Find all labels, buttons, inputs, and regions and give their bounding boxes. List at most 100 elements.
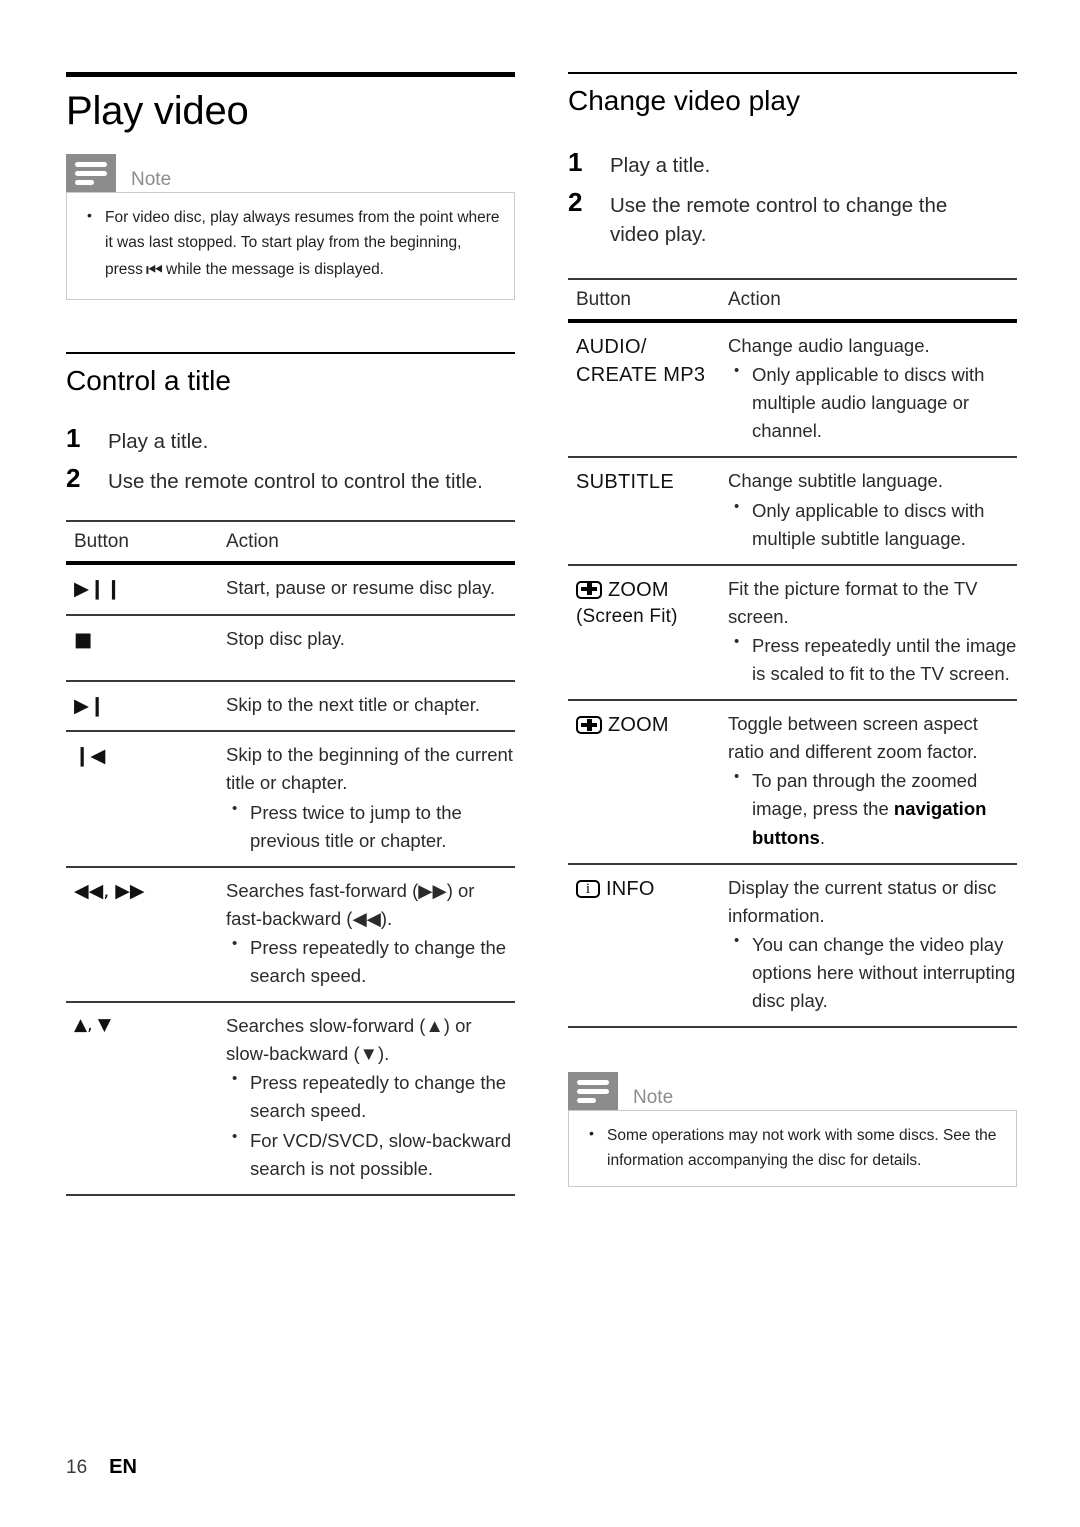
action-bullet: Only applicable to discs with multiple s… <box>728 495 1017 553</box>
table-cell-button: ZOOM <box>576 710 728 852</box>
table-cell-button: ZOOM (Screen Fit) <box>576 575 728 688</box>
zoom-row-label-a: ZOOM <box>576 576 728 605</box>
note-body: Some operations may not work with some d… <box>568 1110 1017 1188</box>
note-box-change-video-play: Note Some operations may not work with s… <box>568 1072 1017 1188</box>
table-row: ▶❙ Skip to the next title or chapter. <box>66 682 515 731</box>
table-cell-action: Change audio language. Only applicable t… <box>728 332 1017 445</box>
step-number: 1 <box>568 146 583 177</box>
table-row: ■ Stop disc play. <box>66 616 515 680</box>
step-text: Use the remote control to change the vid… <box>610 193 948 247</box>
zoom-icon <box>576 580 602 599</box>
action-bullet: Only applicable to discs with multiple a… <box>728 360 1017 445</box>
table-bottom-rule <box>66 1193 515 1196</box>
table-cell-action: Start, pause or resume disc play. <box>226 577 496 599</box>
step-item: 1 Play a title. <box>66 423 515 457</box>
table-row: ZOOM Toggle between screen aspect ratio … <box>568 701 1017 863</box>
zoom-row-label-b: ZOOM <box>576 711 728 740</box>
table-row: INFO Display the current status or disc … <box>568 865 1017 1027</box>
section-heading-rule <box>568 72 1017 74</box>
note-box-play-video: Note For video disc, play always resumes… <box>66 154 515 300</box>
slow-search-icon: ▲, ▼ <box>74 1015 111 1036</box>
button-label-line2: (Screen Fit) <box>576 606 678 628</box>
section-title-control-a-title: Control a title <box>66 364 231 396</box>
steps-change-video-play: 1 Play a title. 2 Use the remote control… <box>568 147 1017 250</box>
step-number: 2 <box>66 462 81 493</box>
step-number: 2 <box>568 186 583 217</box>
action-text: Change subtitle language. <box>728 470 943 492</box>
action-text: Fit the picture format to the TV screen. <box>728 577 978 627</box>
section-heading-rule <box>66 351 515 354</box>
note-label: Note <box>131 169 172 190</box>
navigation-buttons-emphasis: navigation buttons <box>752 798 987 848</box>
table-cell-action: Skip to the next title or chapter. <box>226 693 481 715</box>
manual-page: Play video Note For video disc, play alw… <box>0 0 1080 1527</box>
action-bullet: Press repeatedly to change the search sp… <box>226 1068 515 1125</box>
play-pause-icon: ▶❙❙ <box>74 577 122 601</box>
table-cell-button: INFO <box>576 874 728 1016</box>
note-label: Note <box>633 1087 674 1109</box>
action-bullet: You can change the video play options he… <box>728 930 1017 1015</box>
table-header-action: Action <box>226 531 279 553</box>
action-bullet: Press twice to jump to the previous titl… <box>226 797 515 855</box>
note-tab: Note <box>568 1072 1017 1111</box>
left-column: Play video Note For video disc, play alw… <box>66 72 515 1196</box>
action-text: Searches slow-forward (▲) or slow-backwa… <box>226 1015 472 1065</box>
button-label-line1: SUBTITLE <box>576 471 674 494</box>
table-cell-action: Stop disc play. <box>226 627 345 649</box>
action-bullet: For VCD/SVCD, slow-backward search is no… <box>226 1126 515 1183</box>
step-item: 2 Use the remote control to control the … <box>66 463 515 497</box>
table-cell-action: Toggle between screen aspect ratio and d… <box>728 710 1017 852</box>
action-text: Toggle between screen aspect ratio and d… <box>728 713 978 763</box>
table-header-row: Button Action <box>568 280 1017 319</box>
section-title-change-video-play: Change video play <box>568 85 800 116</box>
table-header-button: Button <box>74 531 129 553</box>
table-row: ▲, ▼ Searches slow-forward (▲) or slow-b… <box>66 1003 515 1194</box>
right-column: Change video play 1 Play a title. 2 Use … <box>568 72 1017 1196</box>
action-text: Skip to the beginning of the current tit… <box>226 744 513 794</box>
page-heading-rule <box>66 72 515 77</box>
page-number: 16 <box>66 1457 88 1478</box>
table-row: ◀◀, ▶▶ Searches fast-forward (▶▶) or fas… <box>66 868 515 1001</box>
note-icon <box>568 1072 618 1111</box>
table-cell-action: Display the current status or disc infor… <box>728 874 1017 1016</box>
two-column-layout: Play video Note For video disc, play alw… <box>66 72 1018 1196</box>
table-cell-action: Change subtitle language. Only applicabl… <box>728 467 1017 552</box>
page-footer: 16 EN <box>66 1456 137 1479</box>
table-row: ❙◀ Skip to the beginning of the current … <box>66 732 515 865</box>
step-number: 1 <box>66 422 81 453</box>
table-cell-button: AUDIO/ CREATE MP3 <box>576 332 728 445</box>
previous-skip-icon: ⏮ <box>145 259 164 282</box>
info-icon <box>576 879 600 899</box>
action-text: Searches fast-forward (▶▶) or fast-backw… <box>226 879 475 929</box>
page-title: Play video <box>66 89 249 133</box>
info-row-label: INFO <box>576 875 728 904</box>
fast-search-icon: ◀◀, ▶▶ <box>74 879 145 902</box>
action-text: Change audio language. <box>728 334 930 356</box>
table-bottom-rule <box>568 1026 1017 1029</box>
table-row: SUBTITLE Change subtitle language. Only … <box>568 458 1017 563</box>
action-bullet: Press repeatedly to change the search sp… <box>226 933 515 990</box>
button-label-line2: CREATE MP3 <box>576 364 706 387</box>
table-cell-action: Fit the picture format to the TV screen.… <box>728 575 1017 688</box>
table-cell-action: Searches fast-forward (▶▶) or fast-backw… <box>226 877 515 990</box>
note-item-text-after: while the message is displayed. <box>166 261 384 279</box>
button-label-line1: INFO <box>606 877 655 900</box>
button-label-line1: ZOOM <box>608 714 669 737</box>
action-bullet: To pan through the zoomed image, press t… <box>728 766 1017 851</box>
change-video-play-table: Button Action AUDIO/ CREATE MP3 Change a… <box>568 277 1017 1029</box>
action-bullet-text: To pan through the zoomed image, press t… <box>752 770 987 848</box>
table-row: ▶❙❙ Start, pause or resume disc play. <box>66 565 515 614</box>
next-skip-icon: ▶❙ <box>74 693 106 717</box>
step-text: Use the remote control to control the ti… <box>108 469 483 493</box>
note-item: For video disc, play always resumes from… <box>83 204 500 286</box>
button-label-line1: AUDIO/ <box>576 335 647 358</box>
table-row: AUDIO/ CREATE MP3 Change audio language.… <box>568 323 1017 456</box>
note-item: Some operations may not work with some d… <box>585 1122 1002 1173</box>
previous-skip-icon: ❙◀ <box>74 744 106 768</box>
note-tab: Note <box>66 154 515 192</box>
steps-control-a-title: 1 Play a title. 2 Use the remote control… <box>66 423 515 496</box>
button-label-line1: ZOOM <box>608 578 669 601</box>
control-title-table: Button Action ▶❙❙ Start, pause or resume… <box>66 520 515 1196</box>
table-cell-action: Searches slow-forward (▲) or slow-backwa… <box>226 1012 515 1183</box>
step-item: 1 Play a title. <box>568 147 1017 181</box>
